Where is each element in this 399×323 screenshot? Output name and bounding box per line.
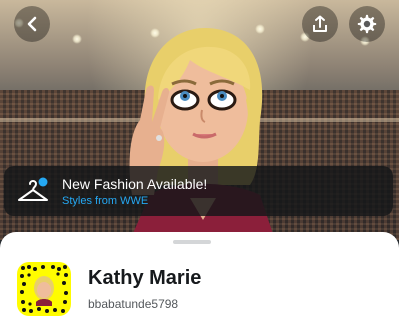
chevron-left-icon bbox=[27, 16, 37, 32]
username: bbabatunde5798 bbox=[88, 297, 179, 311]
banner-subtitle-link[interactable]: Styles from WWE bbox=[62, 195, 148, 207]
hanger-icon bbox=[18, 177, 48, 201]
snapcode[interactable] bbox=[17, 262, 71, 316]
share-button[interactable] bbox=[302, 6, 338, 42]
settings-button[interactable] bbox=[349, 6, 385, 42]
gear-icon bbox=[357, 14, 377, 34]
banner-title: New Fashion Available! bbox=[62, 176, 208, 192]
snapcode-icon bbox=[20, 265, 68, 313]
sheet-drag-handle[interactable] bbox=[173, 240, 211, 244]
back-button[interactable] bbox=[14, 6, 50, 42]
display-name: Kathy Marie bbox=[88, 267, 202, 289]
profile-sheet: Kathy Marie bbabatunde5798 bbox=[0, 232, 399, 323]
new-fashion-banner[interactable]: New Fashion Available! Styles from WWE bbox=[4, 166, 393, 216]
share-icon bbox=[313, 15, 327, 32]
